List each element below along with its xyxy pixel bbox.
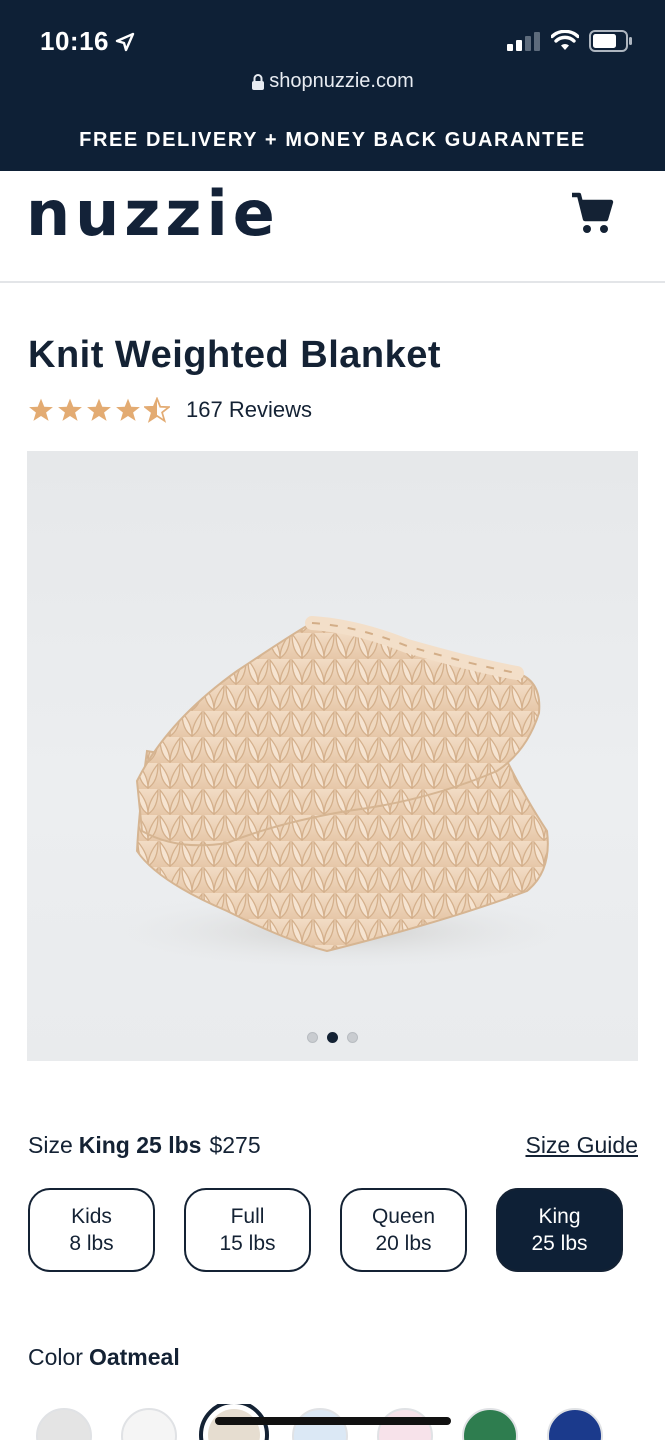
wifi-icon bbox=[551, 30, 579, 50]
color-label: Color bbox=[28, 1344, 83, 1370]
star-half-icon bbox=[144, 397, 170, 423]
rating[interactable]: 167 Reviews bbox=[28, 394, 312, 426]
size-option-full[interactable]: Full 15 lbs bbox=[184, 1188, 311, 1272]
color-swatch[interactable] bbox=[121, 1408, 177, 1440]
status-bar: 10:16 shopnuzzie.com bbox=[0, 0, 665, 110]
url-text: shopnuzzie.com bbox=[269, 70, 414, 92]
size-option-queen[interactable]: Queen 20 lbs bbox=[340, 1188, 467, 1272]
size-selected: King 25 lbs bbox=[78, 1132, 202, 1158]
size-option-weight: 15 lbs bbox=[219, 1232, 276, 1255]
battery-icon bbox=[589, 30, 632, 52]
cart-icon[interactable] bbox=[568, 189, 616, 237]
color-swatch[interactable] bbox=[462, 1408, 518, 1440]
carousel-dots[interactable] bbox=[27, 1032, 638, 1043]
rating-stars bbox=[28, 397, 170, 423]
color-row: Color Oatmeal bbox=[28, 1344, 180, 1371]
star-full-icon bbox=[58, 398, 82, 421]
carousel-dot[interactable] bbox=[347, 1032, 358, 1043]
location-arrow-icon bbox=[115, 32, 135, 51]
product-image[interactable] bbox=[27, 451, 638, 1061]
address-bar[interactable]: shopnuzzie.com bbox=[0, 70, 665, 93]
clock: 10:16 bbox=[40, 26, 109, 56]
price: $275 bbox=[209, 1132, 261, 1158]
promo-banner: FREE DELIVERY + MONEY BACK GUARANTEE bbox=[0, 110, 665, 171]
color-selected: Oatmeal bbox=[88, 1344, 180, 1370]
carousel-dot-active[interactable] bbox=[327, 1032, 338, 1043]
size-option-kids[interactable]: Kids 8 lbs bbox=[28, 1188, 155, 1272]
size-option-name: Queen bbox=[371, 1205, 436, 1228]
color-swatch[interactable] bbox=[547, 1408, 603, 1440]
size-option-king[interactable]: King 25 lbs bbox=[496, 1188, 623, 1272]
signal-icon bbox=[507, 32, 540, 51]
size-option-name: King bbox=[538, 1205, 581, 1228]
size-guide-link[interactable]: Size Guide bbox=[525, 1132, 638, 1159]
status-time: 10:16 bbox=[40, 26, 135, 57]
star-full-icon bbox=[116, 398, 140, 421]
logo[interactable]: nuzzie bbox=[26, 177, 280, 250]
size-option-name: Full bbox=[230, 1205, 265, 1228]
size-option-weight: 25 lbs bbox=[531, 1232, 588, 1255]
size-row: Size King 25 lbs $275 Size Guide bbox=[28, 1132, 638, 1164]
size-options: Kids 8 lbs Full 15 lbs Queen 20 lbs King… bbox=[28, 1188, 623, 1272]
star-full-icon bbox=[29, 398, 53, 421]
size-option-name: Kids bbox=[71, 1205, 112, 1228]
product-title: Knit Weighted Blanket bbox=[28, 334, 442, 376]
lock-icon bbox=[252, 73, 265, 90]
size-option-weight: 8 lbs bbox=[69, 1232, 114, 1255]
size-option-weight: 20 lbs bbox=[375, 1232, 432, 1255]
color-swatch[interactable] bbox=[36, 1408, 92, 1440]
home-indicator[interactable] bbox=[215, 1417, 451, 1425]
carousel-dot[interactable] bbox=[307, 1032, 318, 1043]
star-full-icon bbox=[87, 398, 111, 421]
blanket-image bbox=[92, 616, 592, 971]
size-label: Size bbox=[28, 1132, 73, 1158]
status-icons bbox=[507, 30, 633, 52]
reviews-link[interactable]: 167 Reviews bbox=[186, 397, 312, 423]
site-header: nuzzie bbox=[0, 171, 665, 283]
